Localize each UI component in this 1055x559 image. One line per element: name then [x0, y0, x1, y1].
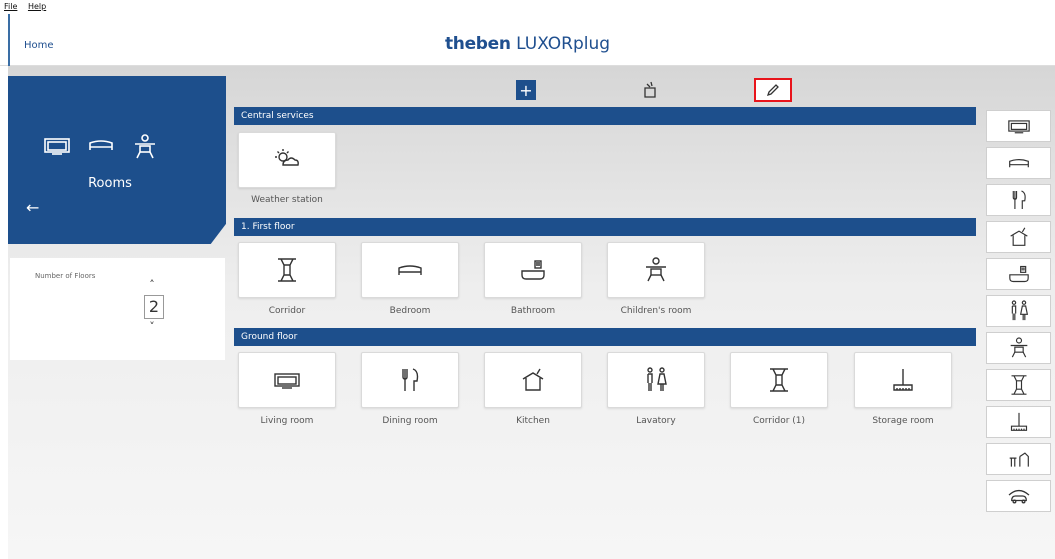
room-tile[interactable]	[484, 242, 582, 298]
section-header: 1. First floor	[234, 218, 976, 236]
weather-icon	[275, 149, 299, 166]
menu-bar: File Help	[0, 0, 1055, 14]
room-tile[interactable]	[238, 242, 336, 298]
room-type-kitchen-button[interactable]	[986, 221, 1051, 253]
room-tile[interactable]	[361, 242, 459, 298]
tile-label: Lavatory	[636, 416, 676, 426]
tile-label: Corridor (1)	[752, 416, 806, 426]
child-icon	[135, 134, 155, 159]
cutlery-icon	[1012, 190, 1026, 209]
tv-icon	[274, 373, 300, 389]
room-tile[interactable]	[607, 352, 705, 408]
section-header: Central services	[234, 107, 976, 125]
tile-label: Corridor	[268, 306, 306, 316]
broom-icon	[1010, 412, 1027, 431]
tile-label: Dining room	[382, 416, 438, 426]
floors-panel: Number of Floors ˄ 2 ˅	[10, 258, 225, 360]
wc-icon	[647, 367, 667, 391]
floors-value[interactable]: 2	[144, 295, 164, 319]
brand-logo: theben LUXORplug	[444, 34, 611, 54]
corridor-icon	[1011, 375, 1026, 395]
cutlery-icon	[402, 368, 419, 391]
tile-label: Storage room	[872, 416, 934, 426]
room-tile[interactable]	[238, 352, 336, 408]
tile-label: Children's room	[620, 306, 692, 316]
room-type-garage-button[interactable]	[986, 480, 1051, 512]
room-tile[interactable]	[607, 242, 705, 298]
room-type-bathroom-button[interactable]	[986, 258, 1051, 290]
menu-help[interactable]: Help	[28, 2, 46, 11]
floors-decrease-button[interactable]: ˅	[144, 320, 160, 333]
room-type-children-button[interactable]	[986, 332, 1051, 364]
room-type-dining-button[interactable]	[986, 184, 1051, 216]
pot-icon	[522, 368, 544, 391]
back-arrow-icon[interactable]: ←	[26, 198, 39, 217]
room-type-lavatory-button[interactable]	[986, 295, 1051, 327]
wc-icon	[1011, 300, 1028, 321]
tv-icon	[1007, 120, 1030, 134]
plus-icon: +	[519, 80, 533, 100]
tile-label: Living room	[260, 416, 314, 426]
room-type-corridor-button[interactable]	[986, 369, 1051, 401]
menu-file[interactable]: File	[4, 2, 17, 11]
child-icon	[646, 257, 666, 282]
bucket-icon	[644, 81, 656, 98]
rooms-icons	[44, 134, 158, 160]
tv-icon	[44, 138, 70, 155]
clean-button[interactable]	[640, 80, 660, 100]
tile-label: Kitchen	[516, 416, 550, 426]
edit-button[interactable]	[754, 78, 792, 102]
rooms-panel: Rooms ←	[8, 76, 226, 244]
tile-label: Bathroom	[510, 306, 556, 316]
broom-icon	[893, 369, 913, 391]
car-icon	[1008, 489, 1029, 504]
tile-label: Bedroom	[389, 306, 431, 316]
section-header: Ground floor	[234, 328, 976, 346]
room-type-bedroom-button[interactable]	[986, 147, 1051, 179]
bed-icon	[1008, 159, 1029, 168]
room-type-office-button[interactable]	[986, 443, 1051, 475]
floors-increase-button[interactable]: ˄	[144, 278, 160, 291]
bed-icon	[89, 140, 113, 150]
room-tile[interactable]	[730, 352, 828, 408]
bathtub-icon	[1008, 265, 1029, 283]
room-tile[interactable]	[238, 132, 336, 188]
room-tile[interactable]	[484, 352, 582, 408]
tile-label: Weather station	[251, 195, 323, 205]
title-bar: Home theben LUXORplug	[0, 14, 1055, 66]
bathtub-icon	[521, 260, 545, 280]
rooms-label: Rooms	[88, 176, 132, 191]
child-icon	[1010, 337, 1027, 358]
floors-label: Number of Floors	[35, 272, 96, 280]
pencil-icon	[766, 84, 779, 97]
desk-icon	[1009, 452, 1029, 467]
room-tile[interactable]	[854, 352, 952, 408]
corridor-icon	[278, 258, 296, 282]
corridor-icon	[770, 368, 788, 392]
bed-icon	[398, 265, 422, 275]
room-type-storage-button[interactable]	[986, 406, 1051, 438]
add-button[interactable]: +	[516, 80, 536, 100]
room-type-living-button[interactable]	[986, 110, 1051, 142]
room-tile[interactable]	[361, 352, 459, 408]
pot-icon	[1009, 227, 1028, 246]
